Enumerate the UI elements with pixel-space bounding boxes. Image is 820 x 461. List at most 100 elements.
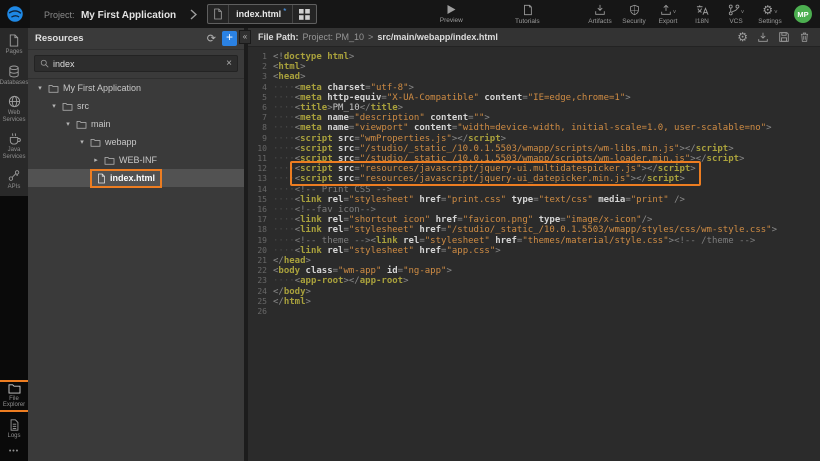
- caret-down-icon[interactable]: ▾: [64, 120, 72, 128]
- code-line[interactable]: 25</html>: [252, 297, 820, 307]
- download-file-icon[interactable]: [757, 31, 769, 43]
- sidebar-item-logs[interactable]: Logs: [0, 419, 28, 440]
- artifacts-label: Artifacts: [588, 18, 611, 25]
- line-number: 26: [252, 307, 267, 317]
- caret-down-icon[interactable]: ▾: [36, 84, 44, 92]
- code-editor[interactable]: 1<!doctype html>2<html>3<head>4····<meta…: [248, 47, 820, 461]
- sidebar-item-apis[interactable]: APIs: [0, 169, 28, 191]
- sidebar-item-java-services[interactable]: Java Services: [0, 132, 28, 160]
- sidebar-item-file-explorer[interactable]: File Explorer: [0, 382, 28, 410]
- code-line[interactable]: 21</head>: [252, 256, 820, 266]
- delete-trash-icon[interactable]: [799, 31, 810, 43]
- line-number: 19: [252, 236, 267, 246]
- code-line[interactable]: 26: [252, 307, 820, 317]
- line-number: 24: [252, 287, 267, 297]
- folder-icon: [76, 120, 87, 129]
- line-number: 9: [252, 134, 267, 144]
- user-avatar[interactable]: MP: [794, 5, 812, 23]
- clear-search-icon[interactable]: ×: [226, 59, 232, 69]
- collapse-panel-button[interactable]: «: [239, 30, 251, 44]
- more-options-icon[interactable]: •••: [9, 448, 19, 455]
- folder-icon: [104, 156, 115, 165]
- highlight-outline: index.html: [92, 171, 160, 186]
- chevron-down-icon: ˅: [774, 10, 778, 16]
- line-number: 6: [252, 103, 267, 113]
- preview-button[interactable]: Preview: [429, 4, 473, 24]
- code-line[interactable]: 3<head>: [252, 72, 820, 82]
- file-path-project: Project: PM_10: [303, 32, 365, 42]
- sidebar-item-databases[interactable]: Databases: [0, 65, 28, 87]
- code-line[interactable]: 5····<meta http-equiv="X-UA-Compatible" …: [252, 93, 820, 103]
- line-number: 12: [252, 164, 267, 174]
- databases-label: Databases: [0, 80, 28, 87]
- tree-item-src[interactable]: ▾ src: [28, 97, 244, 115]
- code-line[interactable]: 11····<script src="/studio/_static_/10.0…: [252, 154, 820, 164]
- tree-item-web-inf[interactable]: ▸ WEB-INF: [28, 151, 244, 169]
- coffee-icon: [8, 132, 21, 145]
- pages-label: Pages: [5, 49, 22, 56]
- project-label: Project:: [44, 10, 75, 20]
- export-button[interactable]: ˅ Export: [654, 4, 682, 25]
- code-line[interactable]: 22<body class="wm-app" id="ng-app">: [252, 266, 820, 276]
- code-line[interactable]: 4····<meta charset="utf-8">: [252, 83, 820, 93]
- sidebar-item-pages[interactable]: Pages: [0, 34, 28, 56]
- code-line[interactable]: 23····<app-root></app-root>: [252, 276, 820, 286]
- tree-item-main[interactable]: ▾ main: [28, 115, 244, 133]
- code-line[interactable]: 1<!doctype html>: [252, 52, 820, 62]
- save-icon[interactable]: [778, 31, 790, 43]
- i18n-button[interactable]: I18N: [688, 4, 716, 25]
- sidebar-item-web-services[interactable]: Web Services: [0, 95, 28, 123]
- chevron-down-icon: ˅: [741, 10, 745, 16]
- resources-panel: Resources ⟳ + × ▾ My First Application ▾: [28, 28, 248, 461]
- caret-down-icon[interactable]: ▾: [78, 138, 86, 146]
- tutorials-button[interactable]: Tutorials: [505, 4, 549, 25]
- caret-right-icon[interactable]: ▸: [92, 156, 100, 164]
- file-path-bar: File Path: Project: PM_10 > src/main/web…: [248, 28, 820, 47]
- wavemaker-logo[interactable]: [0, 0, 30, 28]
- shield-icon: [629, 4, 640, 16]
- line-number: 1: [252, 52, 267, 62]
- project-name[interactable]: My First Application: [81, 10, 176, 21]
- search-input[interactable]: [53, 59, 222, 69]
- web-services-label: Web Services: [0, 110, 28, 123]
- code-line[interactable]: 19····<!-- theme --><link rel="styleshee…: [252, 236, 820, 246]
- code-line[interactable]: 13····<script src="resources/javascript/…: [252, 174, 820, 184]
- caret-down-icon[interactable]: ▾: [50, 102, 58, 110]
- code-line[interactable]: 7····<meta name="description" content=""…: [252, 113, 820, 123]
- code-lines: 1<!doctype html>2<html>3<head>4····<meta…: [252, 52, 820, 317]
- vcs-button[interactable]: ˅ VCS: [722, 4, 750, 25]
- code-line[interactable]: 8····<meta name="viewport" content="widt…: [252, 123, 820, 133]
- artifacts-button[interactable]: Artifacts: [586, 4, 614, 25]
- code-line[interactable]: 24</body>: [252, 287, 820, 297]
- file-path-value: src/main/webapp/index.html: [377, 32, 498, 42]
- line-number: 21: [252, 256, 267, 266]
- settings-button[interactable]: ⚙ ˅ Settings: [756, 4, 784, 25]
- unsaved-indicator: *: [283, 7, 286, 16]
- database-icon: [8, 65, 20, 78]
- gear-icon: ⚙: [762, 4, 773, 16]
- tree-item-webapp[interactable]: ▾ webapp: [28, 133, 244, 151]
- code-line[interactable]: 16····<!--fav icon-->: [252, 205, 820, 215]
- code-line[interactable]: 9····<script src="wmProperties.js"></scr…: [252, 134, 820, 144]
- editor-settings-gear-icon[interactable]: ⚙: [737, 31, 748, 43]
- tree-item-my-first-application[interactable]: ▾ My First Application: [28, 79, 244, 97]
- tree-label: index.html: [110, 173, 155, 183]
- tutorials-label: Tutorials: [515, 18, 540, 25]
- code-line[interactable]: 10····<script src="/studio/_static_/10.0…: [252, 144, 820, 154]
- code-line[interactable]: 18····<link rel="stylesheet" href="/stud…: [252, 225, 820, 235]
- add-resource-button[interactable]: +: [222, 31, 237, 46]
- code-line[interactable]: 15····<link rel="stylesheet" href="print…: [252, 195, 820, 205]
- project-breadcrumb: Project: My First Application: [44, 5, 176, 23]
- grid-icon[interactable]: [292, 5, 316, 23]
- refresh-icon[interactable]: ⟳: [207, 32, 216, 45]
- code-line[interactable]: 6····<title>PM_10</title>: [252, 103, 820, 113]
- tab-index-html[interactable]: index.html *: [207, 4, 317, 24]
- tree-item-index-html[interactable]: index.html: [28, 169, 244, 187]
- security-button[interactable]: Security: [620, 4, 648, 25]
- code-line[interactable]: 20····<link rel="stylesheet" href="app.c…: [252, 246, 820, 256]
- code-line[interactable]: 14····<!-- Print CSS -->: [252, 185, 820, 195]
- code-line[interactable]: 17····<link rel="shortcut icon" href="fa…: [252, 215, 820, 225]
- code-line[interactable]: 12····<script src="resources/javascript/…: [252, 164, 820, 174]
- line-number: 15: [252, 195, 267, 205]
- code-line[interactable]: 2<html>: [252, 62, 820, 72]
